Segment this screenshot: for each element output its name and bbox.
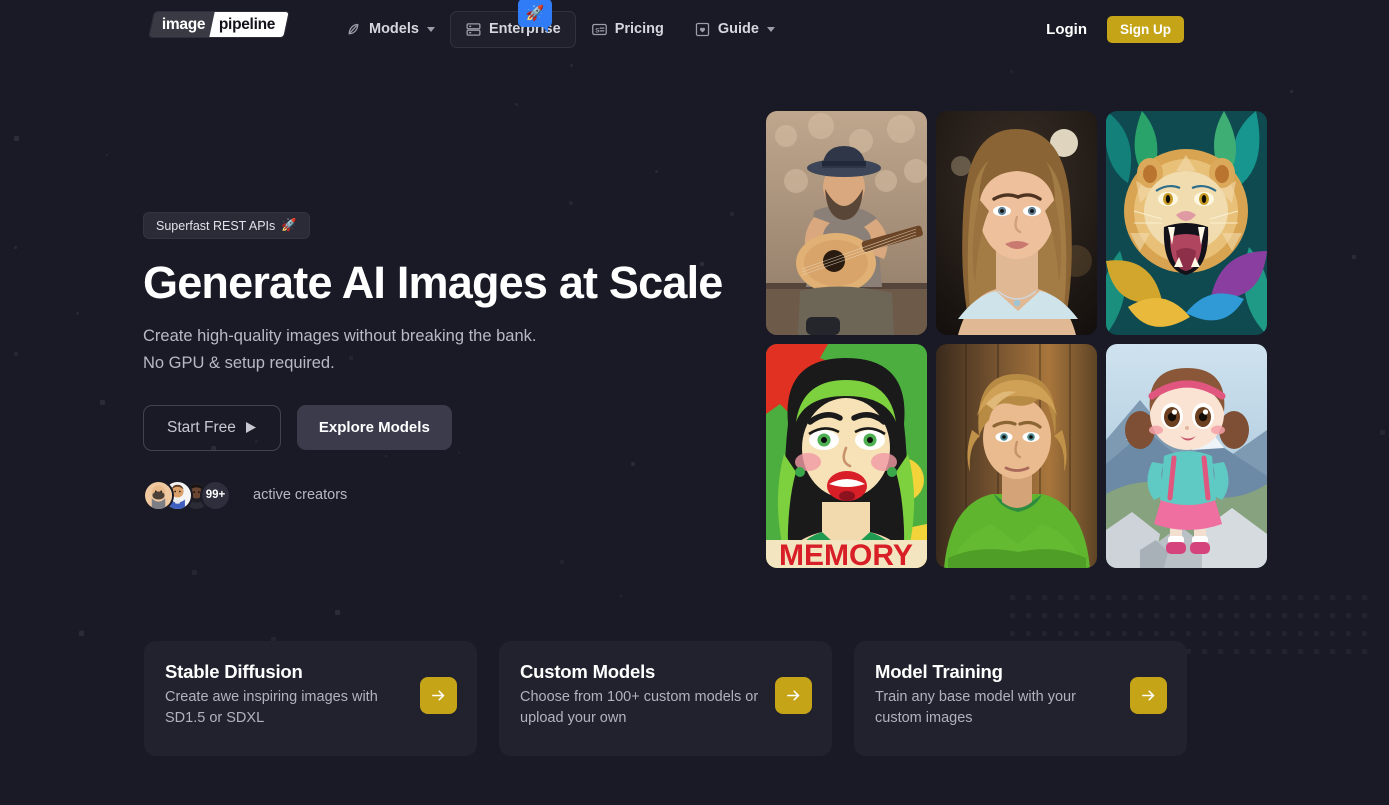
gallery-image-guitarist[interactable] <box>766 111 927 335</box>
rocket-icon: 🚀 <box>518 0 552 27</box>
play-icon <box>245 421 257 434</box>
feature-card-text: Model Training Train any base model with… <box>875 661 1120 728</box>
arrow-right-icon <box>1140 687 1157 704</box>
nav-label-guide: Guide <box>718 21 759 37</box>
creators-count-badge: 99+ <box>200 480 231 511</box>
logo-text-pipeline: pipeline <box>219 16 275 34</box>
nav-item-enterprise[interactable]: Enterprise <box>450 11 576 48</box>
page-title: Generate AI Images at Scale <box>143 259 723 306</box>
gallery-image-lion[interactable] <box>1106 111 1267 335</box>
feature-card-custom-models[interactable]: Custom Models Choose from 100+ custom mo… <box>499 641 832 756</box>
gallery-image-cartoon-girl[interactable] <box>1106 344 1267 568</box>
leaf-icon <box>345 21 362 38</box>
svg-text:S: S <box>595 27 599 34</box>
arrow-right-icon <box>785 687 802 704</box>
hero-subtitle-line-1: Create high-quality images without break… <box>143 323 723 350</box>
login-button[interactable]: Login <box>1042 15 1091 44</box>
feature-card-arrow-button[interactable] <box>1130 677 1167 714</box>
gallery-image-popart[interactable]: MEMORY <box>766 344 927 568</box>
avatar-group: 99+ <box>143 480 231 511</box>
feature-cards: Stable Diffusion Create awe inspiring im… <box>144 641 1187 756</box>
nav-label-pricing: Pricing <box>615 21 664 37</box>
nav-item-guide[interactable]: Guide <box>679 11 790 48</box>
book-icon <box>694 21 711 38</box>
creators-label: active creators <box>253 487 347 503</box>
feature-card-title: Stable Diffusion <box>165 661 410 683</box>
feature-card-title: Model Training <box>875 661 1120 683</box>
start-free-label: Start Free <box>167 419 236 437</box>
rocket-emoji: 🚀 <box>526 4 545 22</box>
page-root: image pipeline Models Enterprise S Prici… <box>0 0 1389 805</box>
nav-item-models[interactable]: Models <box>330 11 450 48</box>
feature-card-arrow-button[interactable] <box>775 677 812 714</box>
svg-text:MEMORY: MEMORY <box>779 539 913 568</box>
signup-button[interactable]: Sign Up <box>1107 16 1184 43</box>
gallery-image-young-man[interactable] <box>936 344 1097 568</box>
hero-cta-row: Start Free Explore Models <box>143 405 723 451</box>
server-icon <box>465 21 482 38</box>
gallery-image-portrait[interactable] <box>936 111 1097 335</box>
feature-card-text: Custom Models Choose from 100+ custom mo… <box>520 661 765 728</box>
start-free-button[interactable]: Start Free <box>143 405 281 451</box>
top-navigation-bar: image pipeline Models Enterprise S Prici… <box>0 0 1389 58</box>
feature-card-arrow-button[interactable] <box>420 677 457 714</box>
gallery-grid: MEMORY <box>766 111 1267 568</box>
nav-items: Models Enterprise S Pricing Guide <box>330 0 790 58</box>
hero-subtitle: Create high-quality images without break… <box>143 323 723 377</box>
rocket-icon: 🚀 <box>281 218 297 233</box>
feature-card-stable-diffusion[interactable]: Stable Diffusion Create awe inspiring im… <box>144 641 477 756</box>
feature-card-description: Create awe inspiring images with SD1.5 o… <box>165 687 410 728</box>
hero-subtitle-line-2: No GPU & setup required. <box>143 350 723 377</box>
hero-badge-label: Superfast REST APIs <box>156 219 275 233</box>
chevron-down-icon <box>427 27 435 32</box>
hero-section: Superfast REST APIs 🚀 Generate AI Images… <box>143 212 723 511</box>
feature-card-description: Choose from 100+ custom models or upload… <box>520 687 765 728</box>
arrow-right-icon <box>430 687 447 704</box>
active-creators: 99+ active creators <box>143 480 723 511</box>
chevron-down-icon <box>767 27 775 32</box>
nav-item-pricing[interactable]: S Pricing <box>576 11 679 48</box>
brand-logo[interactable]: image pipeline <box>149 12 289 37</box>
explore-models-button[interactable]: Explore Models <box>297 405 452 450</box>
price-tag-icon: S <box>591 21 608 38</box>
hero-badge: Superfast REST APIs 🚀 <box>143 212 310 239</box>
nav-auth-actions: Login Sign Up <box>1042 0 1184 58</box>
logo-text-image: image <box>162 16 205 34</box>
feature-card-model-training[interactable]: Model Training Train any base model with… <box>854 641 1187 756</box>
nav-label-models: Models <box>369 21 419 37</box>
avatar <box>143 480 174 511</box>
feature-card-title: Custom Models <box>520 661 765 683</box>
feature-card-description: Train any base model with your custom im… <box>875 687 1120 728</box>
feature-card-text: Stable Diffusion Create awe inspiring im… <box>165 661 410 728</box>
